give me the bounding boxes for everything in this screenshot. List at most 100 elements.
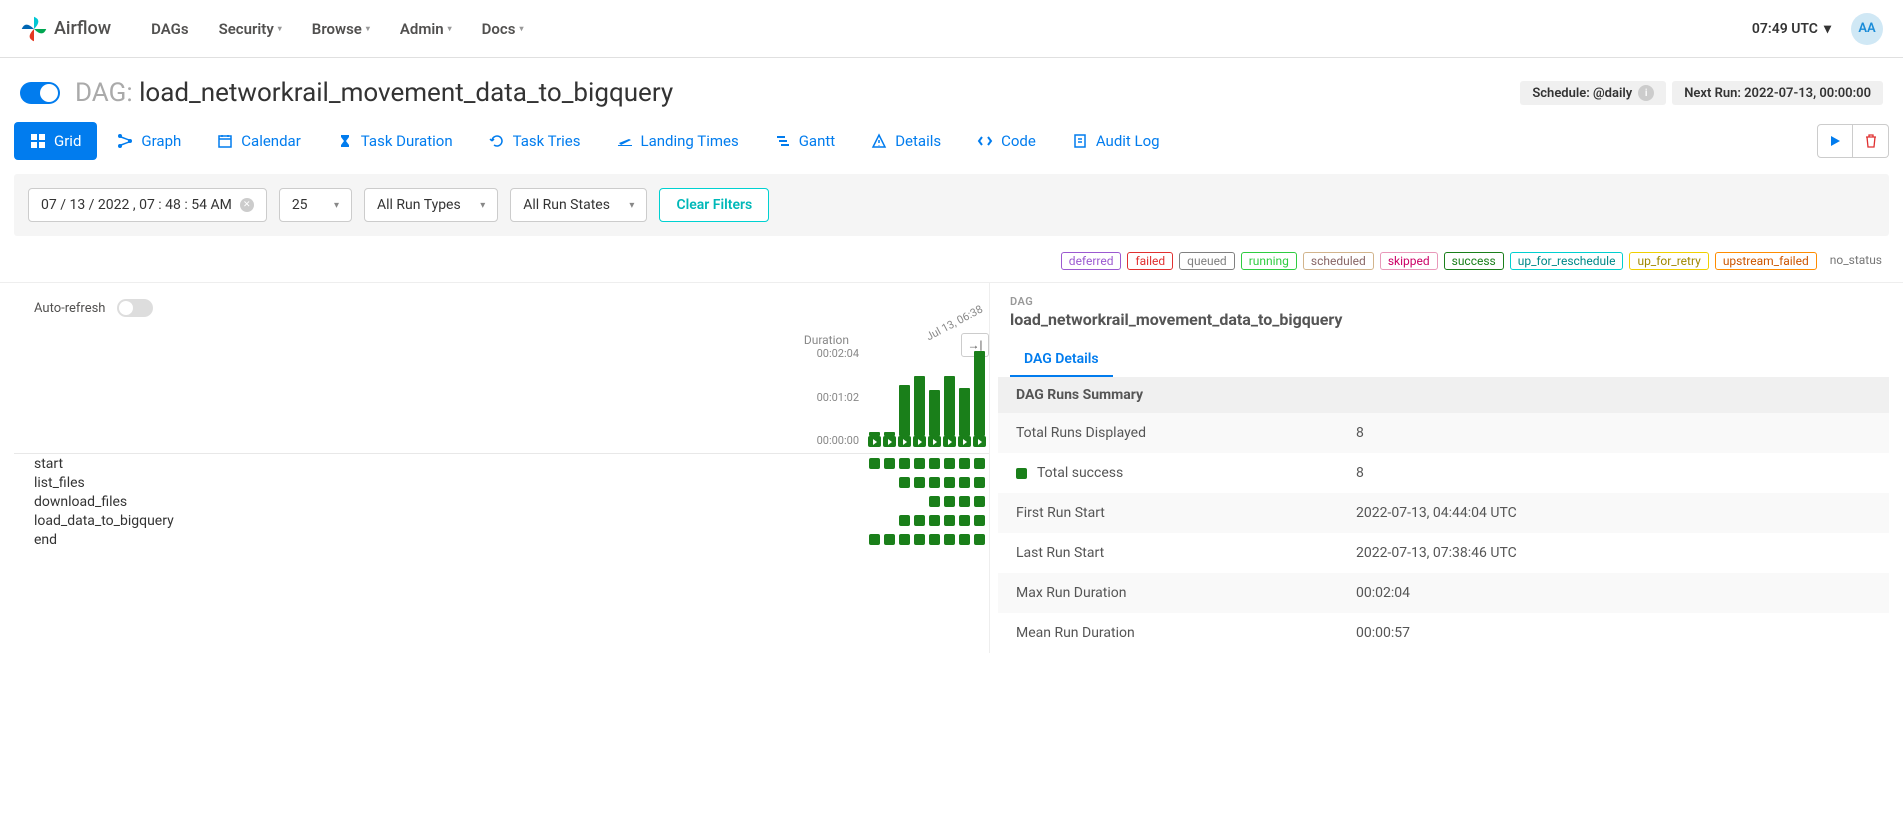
nav-admin[interactable]: Admin▾ [400, 20, 452, 38]
task-instance-cell[interactable] [914, 534, 925, 545]
run-types-filter[interactable]: All Run Types ▾ [364, 188, 498, 222]
tab-task-tries[interactable]: Task Tries [473, 122, 597, 160]
task-instance-cell[interactable] [944, 534, 955, 545]
run-marker[interactable] [928, 436, 941, 447]
task-instance-cell[interactable] [974, 477, 985, 488]
nav-dags[interactable]: DAGs [151, 20, 188, 38]
task-instance-cell[interactable] [914, 515, 925, 526]
tab-gantt[interactable]: Gantt [759, 122, 851, 160]
legend-up-for-retry[interactable]: up_for_retry [1629, 252, 1708, 270]
task-instance-cell[interactable] [929, 534, 940, 545]
auto-refresh-toggle[interactable] [117, 299, 153, 317]
task-instance-cell[interactable] [914, 477, 925, 488]
run-bar[interactable] [899, 385, 910, 436]
run-states-filter[interactable]: All Run States ▾ [510, 188, 647, 222]
run-count-filter[interactable]: 25 ▾ [279, 188, 352, 222]
task-instance-cell[interactable] [929, 477, 940, 488]
clear-icon[interactable]: ✕ [240, 198, 254, 212]
tab-graph[interactable]: Graph [101, 122, 197, 160]
legend-running[interactable]: running [1241, 252, 1297, 270]
legend-queued[interactable]: queued [1179, 252, 1235, 270]
task-instance-cell[interactable] [884, 458, 895, 469]
trigger-dag-button[interactable] [1817, 124, 1853, 158]
run-marker[interactable] [883, 436, 896, 447]
task-instance-cell[interactable] [914, 458, 925, 469]
task-instance-cell[interactable] [974, 458, 985, 469]
legend-scheduled[interactable]: scheduled [1303, 252, 1374, 270]
delete-dag-button[interactable] [1853, 124, 1889, 158]
legend-skipped[interactable]: skipped [1380, 252, 1438, 270]
task-instance-cell[interactable] [899, 458, 910, 469]
task-name[interactable]: end [14, 532, 869, 548]
task-instance-cell[interactable] [944, 477, 955, 488]
tab-grid[interactable]: Grid [14, 122, 97, 160]
user-avatar[interactable]: AA [1851, 13, 1883, 45]
nav-browse[interactable]: Browse▾ [312, 20, 370, 38]
run-bar[interactable] [914, 376, 925, 436]
run-bar[interactable] [974, 351, 985, 436]
run-bar[interactable] [869, 432, 880, 436]
next-run-pill[interactable]: Next Run: 2022-07-13, 00:00:00 [1672, 81, 1883, 105]
tab-dag-details[interactable]: DAG Details [1010, 343, 1113, 377]
task-instance-cell[interactable] [959, 534, 970, 545]
task-instance-cell[interactable] [899, 534, 910, 545]
task-instance-cell[interactable] [929, 515, 940, 526]
run-marker[interactable] [898, 436, 911, 447]
legend-upstream-failed[interactable]: upstream_failed [1715, 252, 1817, 270]
task-instance-cell[interactable] [899, 515, 910, 526]
legend-deferred[interactable]: deferred [1061, 252, 1122, 270]
task-instance-cell[interactable] [884, 534, 895, 545]
run-marker[interactable] [958, 436, 971, 447]
task-instance-cell[interactable] [944, 458, 955, 469]
tab-audit-log[interactable]: Audit Log [1056, 122, 1176, 160]
task-instance-cell[interactable] [974, 515, 985, 526]
dag-enable-toggle[interactable] [20, 82, 60, 104]
task-instance-cell[interactable] [959, 496, 970, 507]
nav-docs[interactable]: Docs▾ [482, 20, 524, 38]
task-instance-cell[interactable] [959, 477, 970, 488]
schedule-pill[interactable]: Schedule: @dailyi [1520, 81, 1666, 105]
chevron-down-icon: ▾ [366, 24, 370, 33]
legend-up-for-reschedule[interactable]: up_for_reschedule [1510, 252, 1624, 270]
dag-header: DAG: load_networkrail_movement_data_to_b… [0, 58, 1903, 118]
task-instance-cell[interactable] [959, 515, 970, 526]
task-instance-cell[interactable] [899, 477, 910, 488]
legend-success[interactable]: success [1444, 252, 1504, 270]
task-name[interactable]: list_files [14, 475, 869, 491]
retry-icon [489, 133, 505, 149]
tab-landing-times[interactable]: Landing Times [601, 122, 755, 160]
nav-security[interactable]: Security▾ [219, 20, 282, 38]
clear-filters-button[interactable]: Clear Filters [659, 188, 769, 222]
logo[interactable]: Airflow [20, 15, 111, 43]
task-instance-cell[interactable] [944, 496, 955, 507]
legend-failed[interactable]: failed [1127, 252, 1173, 270]
task-instance-cell[interactable] [869, 534, 880, 545]
run-bar[interactable] [929, 390, 940, 436]
run-marker[interactable] [973, 436, 986, 447]
task-name[interactable]: start [14, 456, 869, 472]
dag-title: DAG: load_networkrail_movement_data_to_b… [75, 78, 673, 108]
task-instance-cell[interactable] [869, 458, 880, 469]
task-instance-cell[interactable] [929, 496, 940, 507]
tab-task-duration[interactable]: Task Duration [321, 122, 469, 160]
tab-calendar[interactable]: Calendar [201, 122, 317, 160]
task-instance-cell[interactable] [974, 496, 985, 507]
run-bar[interactable] [884, 432, 895, 436]
task-name[interactable]: download_files [14, 494, 869, 510]
run-marker[interactable] [868, 436, 881, 447]
run-marker[interactable] [913, 436, 926, 447]
datetime-filter[interactable]: 07 / 13 / 2022 , 07 : 48 : 54 AM✕ [28, 188, 267, 222]
run-bar[interactable] [959, 388, 970, 436]
task-instance-cell[interactable] [959, 458, 970, 469]
breadcrumb: DAG [998, 283, 1889, 310]
tab-details[interactable]: Details [855, 122, 957, 160]
tab-code[interactable]: Code [961, 122, 1052, 160]
task-instance-cell[interactable] [929, 458, 940, 469]
task-instance-cell[interactable] [974, 534, 985, 545]
task-instance-cell[interactable] [944, 515, 955, 526]
task-name[interactable]: load_data_to_bigquery [14, 513, 869, 529]
run-bar[interactable] [944, 376, 955, 436]
clock[interactable]: 07:49 UTC▾ [1752, 21, 1831, 37]
legend-no-status[interactable]: no_status [1823, 252, 1889, 270]
run-marker[interactable] [943, 436, 956, 447]
